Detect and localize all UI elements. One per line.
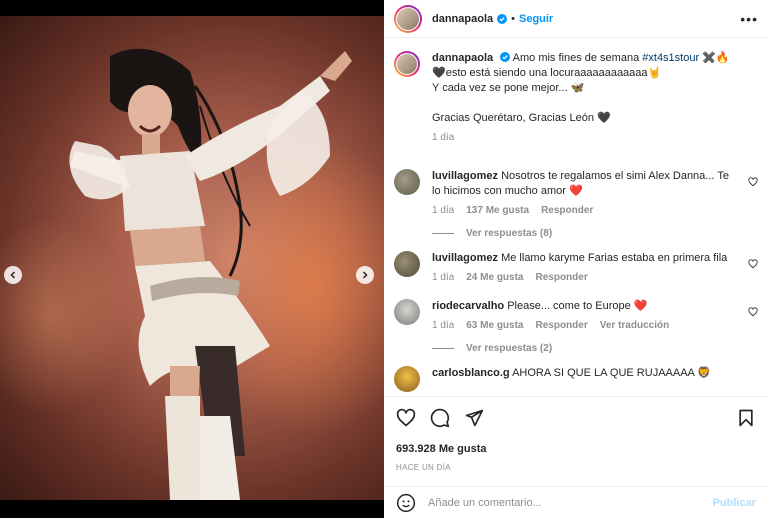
chevron-right-icon: [362, 271, 368, 279]
like-comment-icon[interactable]: [748, 307, 758, 317]
reply-button[interactable]: Responder: [536, 318, 588, 333]
like-comment-icon[interactable]: [748, 259, 758, 269]
hashtag-link[interactable]: #xt4s1stour: [642, 52, 699, 64]
comment-text: Me llamo karyme Farias estaba en primera…: [501, 252, 728, 264]
caption-line: Y cada vez se pone mejor... 🦋: [432, 82, 585, 94]
avatar[interactable]: [394, 299, 420, 325]
comment-likes[interactable]: 63 Me gusta: [466, 318, 523, 333]
comment-username[interactable]: carlosblanco.g: [432, 367, 510, 379]
verified-badge-icon: [500, 52, 511, 62]
previous-slide-button[interactable]: [4, 266, 22, 284]
follow-button[interactable]: Seguir: [519, 13, 553, 25]
comment-time[interactable]: 1 día: [432, 318, 454, 333]
comment-item: luvillagomez Nosotros te regalamos el si…: [394, 169, 758, 218]
post-details-panel: dannapaola • Seguir ••• dannapaola Amo m…: [384, 0, 768, 518]
verified-badge-icon: [497, 13, 508, 24]
view-replies-button[interactable]: Ver respuestas (8): [432, 228, 758, 239]
post-actions: 693.928 Me gusta HACE UN DÍA: [384, 396, 768, 472]
caption-line: Gracias Querétaro, Gracias León 🖤: [432, 112, 611, 124]
post-timestamp[interactable]: HACE UN DÍA: [396, 463, 756, 472]
comment-item: luvillagomez Me llamo karyme Farias esta…: [394, 251, 758, 285]
comment-input[interactable]: Añade un comentario...: [428, 497, 713, 509]
caption-time[interactable]: 1 día: [432, 130, 454, 145]
publish-button[interactable]: Publicar: [713, 497, 756, 509]
reply-button[interactable]: Responder: [536, 270, 588, 285]
view-replies-label: Ver respuestas (8): [466, 228, 553, 239]
post-image[interactable]: [0, 16, 384, 500]
view-replies-button[interactable]: Ver respuestas (2): [432, 343, 758, 354]
emoji-smiley-icon[interactable]: [396, 493, 416, 513]
caption-line: 🖤esto está siendo una locuraaaaaaaaaaaa🤘: [432, 67, 662, 79]
like-comment-icon[interactable]: [748, 177, 758, 187]
comment-time[interactable]: 1 día: [432, 203, 454, 218]
comment-text: Please... come to Europe ❤️: [507, 300, 648, 312]
comment-bubble-icon[interactable]: [430, 408, 450, 428]
share-send-icon[interactable]: [464, 408, 484, 428]
next-slide-button[interactable]: [356, 266, 374, 284]
caption-emoji: ✖️🔥: [699, 52, 730, 64]
reply-button[interactable]: Responder: [541, 203, 593, 218]
performer-photo: [69, 48, 352, 500]
instagram-post: dannapaola • Seguir ••• dannapaola Amo m…: [0, 0, 768, 518]
comment-likes[interactable]: 24 Me gusta: [466, 270, 523, 285]
caption: dannapaola Amo mis fines de semana #xt4s…: [394, 51, 758, 145]
like-heart-icon[interactable]: [396, 408, 416, 428]
caption-username[interactable]: dannapaola: [432, 52, 493, 64]
comment-username[interactable]: riodecarvalho: [432, 300, 504, 312]
add-comment-bar: Añade un comentario... Publicar: [384, 486, 768, 518]
likes-count[interactable]: 693.928 Me gusta: [396, 443, 756, 455]
comment-username[interactable]: luvillagomez: [432, 252, 498, 264]
comment-likes[interactable]: 137 Me gusta: [466, 203, 529, 218]
avatar[interactable]: [394, 251, 420, 277]
view-replies-label: Ver respuestas (2): [466, 343, 553, 354]
avatar[interactable]: [394, 51, 420, 77]
comment-username[interactable]: luvillagomez: [432, 170, 498, 182]
comments-list[interactable]: dannapaola Amo mis fines de semana #xt4s…: [384, 39, 768, 395]
more-options-button[interactable]: •••: [740, 11, 758, 27]
avatar[interactable]: [394, 169, 420, 195]
comment-item: riodecarvalho Please... come to Europe ❤…: [394, 299, 758, 333]
post-header: dannapaola • Seguir •••: [384, 0, 768, 38]
bookmark-icon[interactable]: [736, 408, 756, 428]
avatar[interactable]: [394, 4, 422, 33]
comment-text: AHORA SI QUE LA QUE RUJAAAAA 🦁: [512, 367, 712, 379]
caption-text: Amo mis fines de semana: [512, 52, 643, 64]
comment-item: carlosblanco.g AHORA SI QUE LA QUE RUJAA…: [394, 366, 758, 392]
comment-time[interactable]: 1 día: [432, 270, 454, 285]
chevron-left-icon: [10, 271, 16, 279]
avatar[interactable]: [394, 366, 420, 392]
author-username[interactable]: dannapaola: [432, 13, 493, 25]
translate-button[interactable]: Ver traducción: [600, 318, 669, 333]
separator: •: [511, 12, 515, 25]
